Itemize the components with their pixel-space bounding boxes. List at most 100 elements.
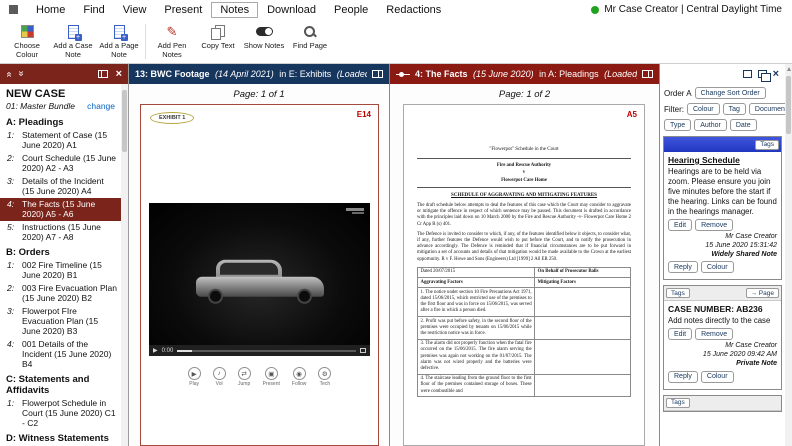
- video-present-button[interactable]: ▣ Present: [263, 367, 280, 387]
- button-label: Add a Case Note: [50, 42, 96, 59]
- index-item[interactable]: 1: Flowerpot Schedule in Court (15 June …: [0, 397, 121, 430]
- section-a-label[interactable]: A: Pleadings: [0, 114, 121, 129]
- remove-button[interactable]: Remove: [695, 219, 733, 231]
- note-actions: Reply Colour: [668, 261, 777, 273]
- pop-out-icon[interactable]: [743, 70, 752, 78]
- index-sidebar: « « × NEW CASE 01: Master Bundle change …: [0, 64, 129, 446]
- menu-download[interactable]: Download: [258, 2, 325, 18]
- video-progress-bar[interactable]: [177, 350, 356, 352]
- video-play-button[interactable]: ▶ Play: [188, 367, 201, 387]
- index-item[interactable]: 2: Court Schedule (15 June 2020) A2 - A3: [0, 152, 121, 175]
- menu-redactions[interactable]: Redactions: [377, 2, 450, 18]
- add-page-note-button[interactable]: + Add a Page Note: [96, 20, 142, 63]
- follow-icon: ◉: [293, 367, 306, 380]
- annotation-slider-icon[interactable]: [396, 71, 410, 78]
- change-bundle-link[interactable]: change: [87, 101, 115, 111]
- collapse-all-icon[interactable]: «: [3, 72, 13, 77]
- show-notes-toggle[interactable]: Show Notes: [241, 20, 287, 63]
- remove-button[interactable]: Remove: [695, 328, 733, 340]
- index-item[interactable]: 1: 002 Fire Timeline (15 June 2020) B1: [0, 259, 121, 282]
- magnifier-icon: [303, 23, 317, 40]
- play-icon[interactable]: ▶: [153, 348, 158, 354]
- video-tech-button[interactable]: ⚙ Tech: [318, 367, 331, 387]
- index-item[interactable]: 3: Details of the Incident (15 June 2020…: [0, 175, 121, 198]
- document-viewer-1: 13: BWC Footage (14 April 2021) in E: Ex…: [129, 64, 390, 446]
- reply-button[interactable]: Reply: [668, 261, 698, 273]
- choose-colour-button[interactable]: Choose Colour: [4, 20, 50, 63]
- viewer1-title: 13: BWC Footage (14 April 2021) in E: Ex…: [135, 69, 367, 79]
- ribbon-toolbar: Choose Colour + Add a Case Note + Add a …: [0, 19, 792, 64]
- sidebar-scrollbar-thumb[interactable]: [122, 90, 127, 152]
- video-volume-button[interactable]: ♪ Vol: [213, 367, 226, 387]
- filter-date-button[interactable]: Date: [730, 119, 757, 131]
- find-page-button[interactable]: Find Page: [287, 20, 333, 63]
- sidebar-scrollbar[interactable]: [121, 84, 128, 446]
- edit-button[interactable]: Edit: [668, 328, 692, 340]
- reading-mode-icon[interactable]: [642, 70, 653, 78]
- close-icon[interactable]: ×: [773, 69, 779, 80]
- video-player[interactable]: ▶ 0:00: [149, 203, 370, 356]
- split-view-icon[interactable]: [758, 70, 767, 78]
- index-item[interactable]: 5: Instructions (15 June 2020) A7 - A8: [0, 221, 121, 244]
- note-body: Hearing Schedule Hearings are to be held…: [664, 152, 781, 279]
- filter-type-button[interactable]: Type: [664, 119, 691, 131]
- menu-home[interactable]: Home: [27, 2, 74, 18]
- video-jump-button[interactable]: ⇄ Jump: [238, 367, 251, 387]
- tags-button[interactable]: Tags: [666, 288, 690, 298]
- item-number: 1:: [7, 130, 19, 150]
- index-item[interactable]: 1: Statement of Case (15 June 2020) A1: [0, 129, 121, 152]
- go-to-page-button[interactable]: → Page: [746, 288, 780, 298]
- menu-present[interactable]: Present: [155, 2, 211, 18]
- add-case-note-button[interactable]: + Add a Case Note: [50, 20, 96, 63]
- filter-row-2: Type Author Date: [660, 116, 785, 132]
- section-b-label[interactable]: B: Orders: [0, 244, 121, 259]
- scrollbar-thumb[interactable]: [786, 76, 791, 134]
- reply-button[interactable]: Reply: [668, 371, 698, 383]
- control-label: Present: [263, 381, 280, 387]
- note-meta: Mr Case Creator 15 June 2020 15:31:42 Wi…: [668, 233, 777, 259]
- copy-text-button[interactable]: Copy Text: [195, 20, 241, 63]
- section-d-label[interactable]: D: Witness Statements: [0, 430, 121, 445]
- party-claimant: Fire and Rescue Authority: [417, 162, 631, 169]
- table-row: 4. The staircase leading from the ground…: [418, 374, 631, 397]
- aggravating-mitigating-table: Dated 20/07/2015 On Behalf of Prosecutor…: [417, 267, 631, 397]
- section-c-label[interactable]: C: Statements and Affidavits: [0, 371, 121, 397]
- vertical-scrollbar[interactable]: [785, 64, 792, 446]
- filter-colour-button[interactable]: Colour: [687, 103, 720, 115]
- menu-notes[interactable]: Notes: [211, 2, 258, 18]
- tags-button[interactable]: Tags: [755, 140, 779, 150]
- edit-button[interactable]: Edit: [668, 219, 692, 231]
- change-sort-order-button[interactable]: Change Sort Order: [695, 87, 766, 99]
- add-pen-notes-button[interactable]: ✎ Add Pen Notes: [149, 20, 195, 63]
- menu-people[interactable]: People: [325, 2, 377, 18]
- menu-view[interactable]: View: [114, 2, 156, 18]
- filter-tag-button[interactable]: Tag: [723, 103, 746, 115]
- doc-status: (Loaded): [337, 69, 367, 79]
- menu-find[interactable]: Find: [74, 2, 113, 18]
- tags-button[interactable]: Tags: [666, 398, 690, 408]
- expand-all-icon[interactable]: «: [16, 72, 26, 77]
- fullscreen-icon[interactable]: [360, 348, 366, 353]
- panel-toggle-icon[interactable]: [98, 70, 108, 78]
- colour-button[interactable]: Colour: [701, 261, 734, 273]
- item-number: 3:: [7, 306, 19, 336]
- note-date: 15 June 2020 09:42 AM: [668, 351, 777, 360]
- filter-author-button[interactable]: Author: [694, 119, 727, 131]
- index-item[interactable]: 2: 003 Fire Evacuation Plan (15 June 202…: [0, 282, 121, 305]
- index-item-selected[interactable]: 4: The Facts (15 June 2020) A5 - A6: [0, 198, 121, 221]
- video-toolbar: ▶ Play ♪ Vol ⇄ Jump ▣ Pr: [141, 367, 378, 387]
- close-icon[interactable]: ×: [116, 69, 122, 80]
- colour-button[interactable]: Colour: [701, 371, 734, 383]
- index-item[interactable]: 4: 001 Details of the Incident (15 June …: [0, 338, 121, 371]
- toggle-on-icon: [256, 23, 273, 40]
- video-follow-button[interactable]: ◉ Follow: [292, 367, 306, 387]
- user-timezone-label: Mr Case Creator | Central Daylight Time: [604, 4, 782, 15]
- page-note-icon: +: [114, 23, 125, 40]
- reading-mode-icon[interactable]: [372, 70, 383, 78]
- scroll-up-arrow[interactable]: [785, 64, 792, 73]
- doc-status: (Loaded): [604, 69, 637, 79]
- index-item[interactable]: 3: Flowerpot FIre Evacuation Plan (15 Ju…: [0, 305, 121, 338]
- filter-document-button[interactable]: Document: [749, 103, 785, 115]
- note-text: Add notes directly to the case: [668, 316, 777, 326]
- doc-location: in E: Exhibits: [279, 69, 331, 79]
